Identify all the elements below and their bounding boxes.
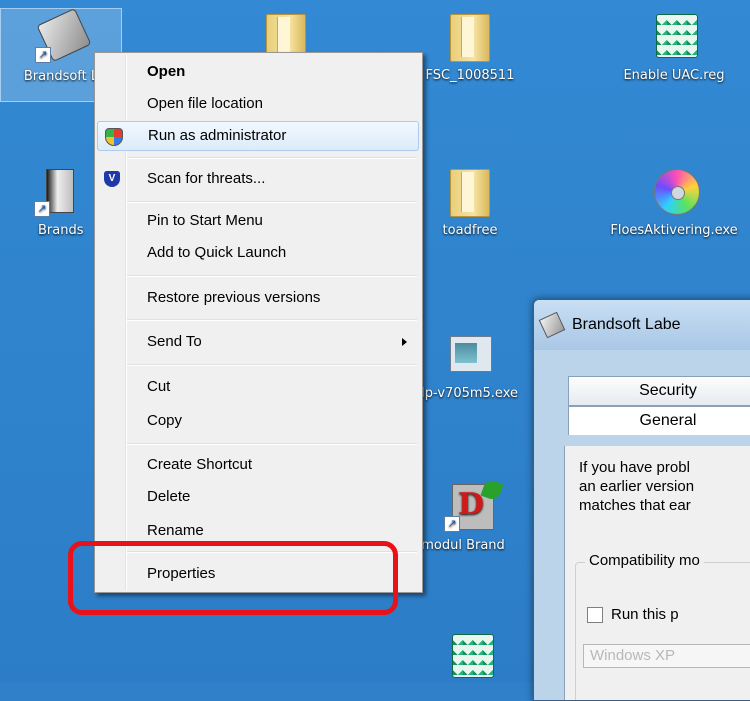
menu-item-copy[interactable]: Copy (97, 407, 419, 435)
menu-item-label: Open (147, 63, 186, 80)
uac-shield-icon (105, 128, 123, 146)
dialog-titlebar[interactable]: Brandsoft Labe (534, 300, 750, 350)
dialog-title: Brandsoft Labe (572, 316, 681, 333)
desktop-icon-toadfree[interactable]: toadfree (410, 163, 530, 238)
compat-os-select[interactable]: Windows XP (583, 644, 750, 668)
menu-item-label: Pin to Start Menu (147, 212, 263, 229)
desktop-icon-dmodule[interactable]: ↗ ilmodul Brand (410, 478, 530, 553)
menu-item-scan-threats[interactable]: V Scan for threats... (97, 165, 419, 193)
compatibility-description: If you have probl an earlier version mat… (579, 459, 695, 514)
menu-item-cut[interactable]: Cut (97, 373, 419, 401)
desktop-icon-label: FSC_1008511 (425, 68, 515, 83)
properties-dialog: Brandsoft Labe Security General If you h… (533, 299, 750, 701)
menu-item-label: Restore previous versions (147, 289, 321, 306)
menu-separator (127, 319, 417, 321)
menu-separator (127, 443, 417, 445)
menu-item-send-to[interactable]: Send To (97, 328, 419, 356)
run-compat-checkbox-row[interactable]: Run this p (587, 606, 679, 623)
menu-item-restore-versions[interactable]: Restore previous versions (97, 284, 419, 312)
antivirus-shield-icon: V (104, 171, 120, 187)
properties-highlight-annotation (68, 541, 398, 615)
folder-icon (442, 163, 498, 219)
desktop-icon-label: Enable UAC.reg (623, 68, 725, 83)
menu-item-create-shortcut[interactable]: Create Shortcut (97, 451, 419, 479)
dialog-tabs: Security General (568, 376, 750, 435)
run-compat-checkbox[interactable] (587, 606, 603, 623)
menu-item-label: Open file location (147, 95, 263, 112)
desktop-icon-clp[interactable]: clp-v705m5.exe (410, 326, 530, 401)
d-module-shortcut-icon: ↗ (442, 478, 498, 534)
run-compat-label: Run this p (611, 606, 679, 623)
desktop-icon-label: clp-v705m5.exe (414, 386, 518, 401)
menu-item-label: Scan for threats... (147, 170, 266, 187)
menu-item-label: Cut (147, 378, 171, 395)
app-icon (538, 311, 566, 339)
brandsoft-shortcut-icon: ↗ (33, 7, 92, 65)
menu-item-quick-launch[interactable]: Add to Quick Launch (97, 239, 419, 267)
dialog-body: If you have probl an earlier version mat… (564, 446, 750, 700)
menu-separator (127, 275, 417, 277)
menu-separator (127, 364, 417, 366)
desktop-icon-reg2[interactable] (410, 628, 530, 688)
menu-item-delete[interactable]: Delete (97, 483, 419, 511)
installer-exe-icon (442, 326, 498, 382)
desktop-icon-label: FloesAktivering.exe (610, 223, 738, 238)
menu-separator (127, 157, 417, 159)
desktop-icon-enable-uac[interactable]: Enable UAC.reg (604, 8, 744, 83)
menu-item-label: Run as administrator (148, 127, 287, 144)
menu-item-open-file-location[interactable]: Open file location (97, 90, 419, 118)
desktop-icon-floes[interactable]: FloesAktivering.exe (604, 163, 744, 238)
folder-icon (442, 8, 498, 64)
menu-item-run-as-admin[interactable]: Run as administrator (97, 121, 419, 151)
menu-item-label: Create Shortcut (147, 456, 253, 473)
desktop-icon-label: ilmodul Brand (414, 538, 505, 553)
desktop-icon-fsc[interactable]: FSC_1008511 (410, 8, 530, 83)
brandsoft-app-shortcut-icon: ↗ (32, 163, 88, 219)
desktop-icon-label: toadfree (442, 223, 498, 238)
cd-disc-icon (646, 163, 702, 219)
menu-item-open[interactable]: Open (97, 58, 419, 86)
submenu-arrow-icon (402, 338, 407, 346)
menu-item-pin-start[interactable]: Pin to Start Menu (97, 207, 419, 235)
compatibility-group-label: Compatibility mo (585, 552, 704, 569)
tab-security[interactable]: Security (568, 376, 750, 406)
registry-file-icon (646, 8, 702, 64)
menu-item-label: Copy (147, 412, 183, 429)
menu-item-label: Send To (147, 333, 202, 350)
menu-separator (127, 201, 417, 203)
context-menu: Open Open file location Run as administr… (94, 52, 423, 593)
registry-file-icon (442, 628, 498, 684)
menu-item-label: Add to Quick Launch (147, 244, 287, 261)
tab-general[interactable]: General (568, 406, 750, 435)
menu-item-label: Delete (147, 488, 191, 505)
compatibility-groupbox (575, 562, 750, 700)
